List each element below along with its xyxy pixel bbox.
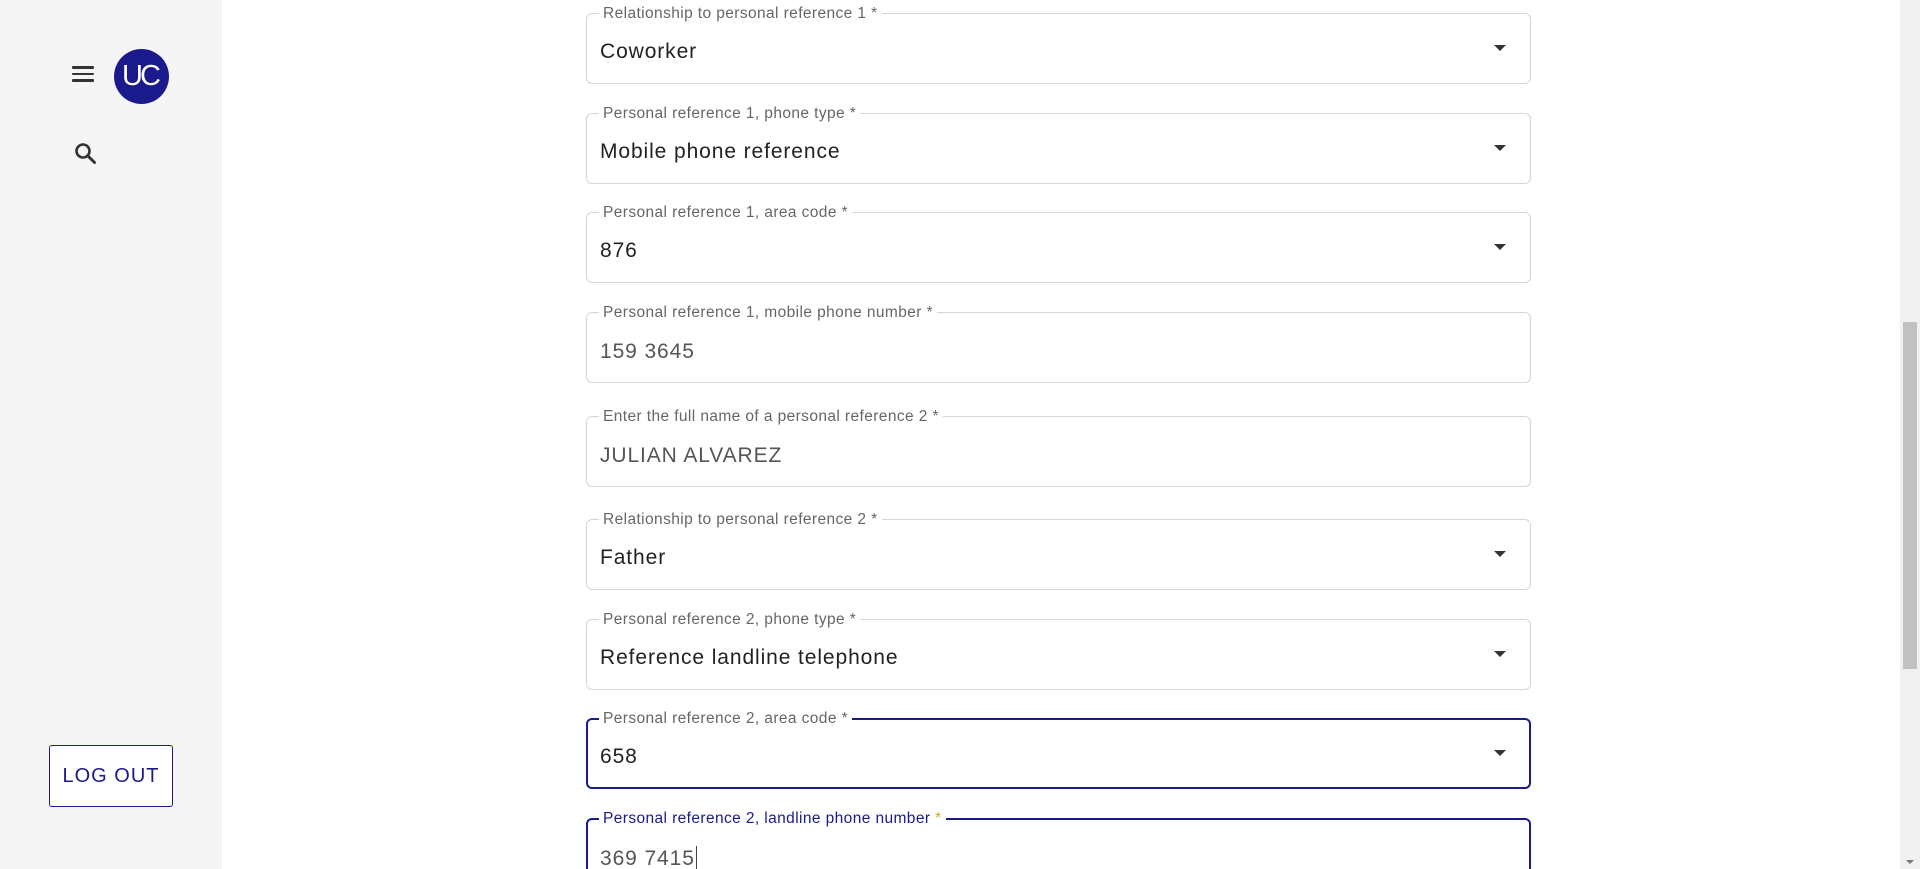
field-label: Personal reference 2, area code * (599, 710, 852, 728)
dropdown-arrow-icon[interactable] (1494, 244, 1506, 250)
menu-line (72, 79, 94, 82)
field-label: Personal reference 1, area code * (599, 204, 852, 222)
field-value: 876 (600, 239, 638, 262)
relationship-reference-2-select[interactable]: Relationship to personal reference 2 * F… (586, 511, 1531, 590)
field-value: JULIAN ALVAREZ (600, 444, 783, 467)
field-value: 159 3645 (600, 340, 695, 363)
dropdown-arrow-icon[interactable] (1494, 750, 1506, 756)
field-label: Relationship to personal reference 1 * (599, 5, 882, 23)
dropdown-arrow-icon[interactable] (1494, 145, 1506, 151)
sidebar: UC LOG OUT (0, 0, 222, 869)
field-value: 658 (600, 745, 638, 768)
field-value: Mobile phone reference (600, 140, 841, 163)
dropdown-arrow-icon[interactable] (1494, 651, 1506, 657)
reference-2-area-code-select[interactable]: Personal reference 2, area code * 658 (586, 710, 1531, 789)
vertical-scrollbar[interactable] (1900, 0, 1920, 869)
field-label: Personal reference 2, phone type * (599, 611, 861, 629)
reference-2-phone-type-select[interactable]: Personal reference 2, phone type * Refer… (586, 611, 1531, 690)
menu-line (72, 66, 94, 69)
reference-2-full-name-input[interactable]: Enter the full name of a personal refere… (586, 408, 1531, 487)
logout-button[interactable]: LOG OUT (49, 745, 173, 807)
field-value: Father (600, 546, 667, 569)
dropdown-arrow-icon[interactable] (1494, 45, 1506, 51)
scrollbar-thumb[interactable] (1903, 322, 1917, 669)
relationship-reference-1-select[interactable]: Relationship to personal reference 1 * C… (586, 5, 1531, 84)
field-label: Relationship to personal reference 2 * (599, 511, 882, 529)
hamburger-menu-icon[interactable] (69, 62, 97, 86)
scroll-down-arrow-icon[interactable] (1906, 860, 1914, 864)
reference-2-landline-number-input[interactable]: Personal reference 2, landline phone num… (586, 810, 1531, 869)
menu-line (72, 72, 94, 76)
field-label: Personal reference 1, phone type * (599, 105, 861, 123)
field-value: Reference landline telephone (600, 646, 899, 669)
dropdown-arrow-icon[interactable] (1494, 551, 1506, 557)
text-caret (695, 846, 698, 869)
field-value: 369 7415 (600, 846, 698, 869)
field-value: Coworker (600, 40, 698, 63)
reference-1-area-code-select[interactable]: Personal reference 1, area code * 876 (586, 204, 1531, 283)
field-label: Enter the full name of a personal refere… (599, 408, 943, 426)
search-icon[interactable] (72, 140, 100, 168)
avatar[interactable]: UC (114, 49, 169, 104)
reference-1-phone-type-select[interactable]: Personal reference 1, phone type * Mobil… (586, 105, 1531, 184)
field-label: Personal reference 2, landline phone num… (599, 810, 946, 828)
field-label: Personal reference 1, mobile phone numbe… (599, 304, 937, 322)
reference-1-mobile-number-input[interactable]: Personal reference 1, mobile phone numbe… (586, 304, 1531, 383)
